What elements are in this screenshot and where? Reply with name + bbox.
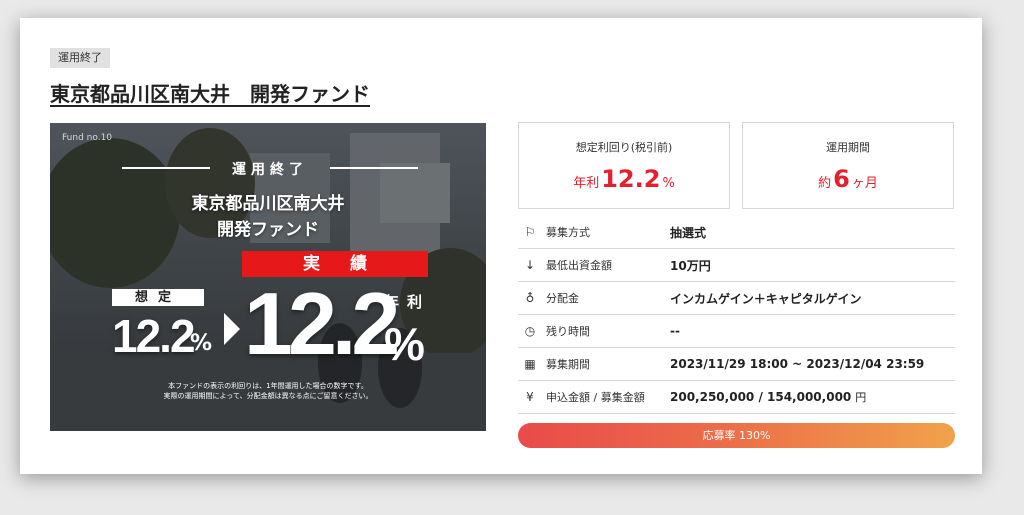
detail-value-text: 200,250,000 / 154,000,000 — [670, 390, 852, 404]
fund-number: Fund no.10 — [62, 133, 113, 143]
detail-row-application-amount: ¥ 申込金額 / 募集金額 200,250,000 / 154,000,000 円 — [518, 381, 955, 414]
expected-yield-value-row: 年利12.2% — [519, 165, 729, 193]
detail-label: 分配金 — [546, 292, 579, 305]
banner-disclaimer-line1: 本ファンドの表示の利回りは、1年間運用した場合の数字です。 — [168, 382, 368, 390]
fund-title-link[interactable]: 東京都品川区南大井 開発ファンド — [50, 78, 370, 107]
triangle-arrow-icon — [224, 313, 240, 345]
detail-value: -- — [670, 324, 680, 338]
detail-value: インカムゲイン＋キャピタルゲイン — [670, 291, 862, 306]
operation-period-label: 運用期間 — [826, 141, 870, 154]
detail-label: 募集方式 — [546, 226, 590, 239]
detail-row-remaining-time: ◷ 残り時間 -- — [518, 315, 955, 348]
detail-row-recruitment-period: ▦ 募集期間 2023/11/29 18:00 ~ 2023/12/04 23:… — [518, 348, 955, 381]
calendar-icon: ▦ — [524, 357, 536, 371]
expected-yield-box: 想定利回り(税引前) 年利12.2% — [518, 122, 730, 209]
detail-label: 申込金額 / 募集金額 — [546, 391, 645, 404]
banner-expected-value: 12.2 — [112, 310, 196, 362]
banner-actual-unit: % — [384, 318, 425, 370]
operation-period-prefix: 約 — [818, 176, 832, 191]
banner-fund-name-line2: 開発ファンド — [217, 220, 319, 240]
operation-period-value-row: 約6 ヶ月 — [743, 165, 953, 193]
detail-value: 2023/11/29 18:00 ~ 2023/12/04 23:59 — [670, 357, 925, 371]
application-rate-bar: 応募率 130% — [518, 423, 955, 448]
detail-row-minimum-investment: ↓ 最低出資金額 10万円 — [518, 249, 955, 282]
detail-label: 最低出資金額 — [546, 259, 612, 272]
operation-period-suffix: ヶ月 — [851, 176, 878, 191]
status-badge: 運用終了 — [50, 48, 110, 68]
operation-period-value: 6 — [833, 165, 850, 193]
banner-disclaimer-line2: 実際の運用期間によって、分配金額は異なる点にご留意ください。 — [163, 392, 373, 400]
clock-icon: ◷ — [524, 324, 536, 338]
detail-value-unit: 円 — [855, 391, 867, 404]
expected-yield-label: 想定利回り(税引前) — [575, 141, 673, 154]
yen-icon: ¥ — [526, 390, 534, 404]
banner-annual-label: 年利 — [384, 293, 431, 311]
expected-yield-value: 12.2 — [601, 165, 661, 193]
banner-fund-name-line1: 東京都品川区南大井 — [191, 194, 345, 214]
banner-status-row: 運用終了 — [122, 159, 418, 178]
expected-yield-prefix: 年利 — [573, 176, 600, 191]
banner-actual-value: 12.2 — [244, 274, 400, 373]
banner-status: 運用終了 — [232, 162, 308, 178]
arrow-down-icon: ↓ — [524, 258, 536, 272]
detail-label: 残り時間 — [546, 325, 590, 338]
detail-label: 募集期間 — [546, 358, 590, 371]
detail-value: 200,250,000 / 154,000,000 円 — [670, 389, 866, 405]
flag-icon: ⚐ — [524, 225, 536, 239]
fund-details-list: ⚐ 募集方式 抽選式 ↓ 最低出資金額 10万円 ♁ 分配金 インカムゲイン＋キ… — [518, 216, 955, 414]
divider — [330, 167, 418, 169]
fund-card[interactable]: 運用終了 東京都品川区南大井 開発ファンド Fund no.10 運用終了 東京… — [20, 18, 982, 474]
detail-row-recruitment-method: ⚐ 募集方式 抽選式 — [518, 216, 955, 249]
operation-period-box: 運用期間 約6 ヶ月 — [742, 122, 954, 209]
banner-expected-unit: % — [190, 331, 213, 356]
expected-yield-suffix: % — [662, 176, 675, 191]
detail-value: 10万円 — [670, 258, 711, 273]
fund-banner-image[interactable]: Fund no.10 運用終了 東京都品川区南大井 開発ファンド 実績 想定 1… — [50, 123, 486, 431]
detail-value: 抽選式 — [670, 225, 707, 240]
detail-row-distribution: ♁ 分配金 インカムゲイン＋キャピタルゲイン — [518, 282, 955, 315]
banner-expected-label: 想定 — [112, 289, 204, 306]
piggy-bank-icon: ♁ — [525, 291, 535, 305]
